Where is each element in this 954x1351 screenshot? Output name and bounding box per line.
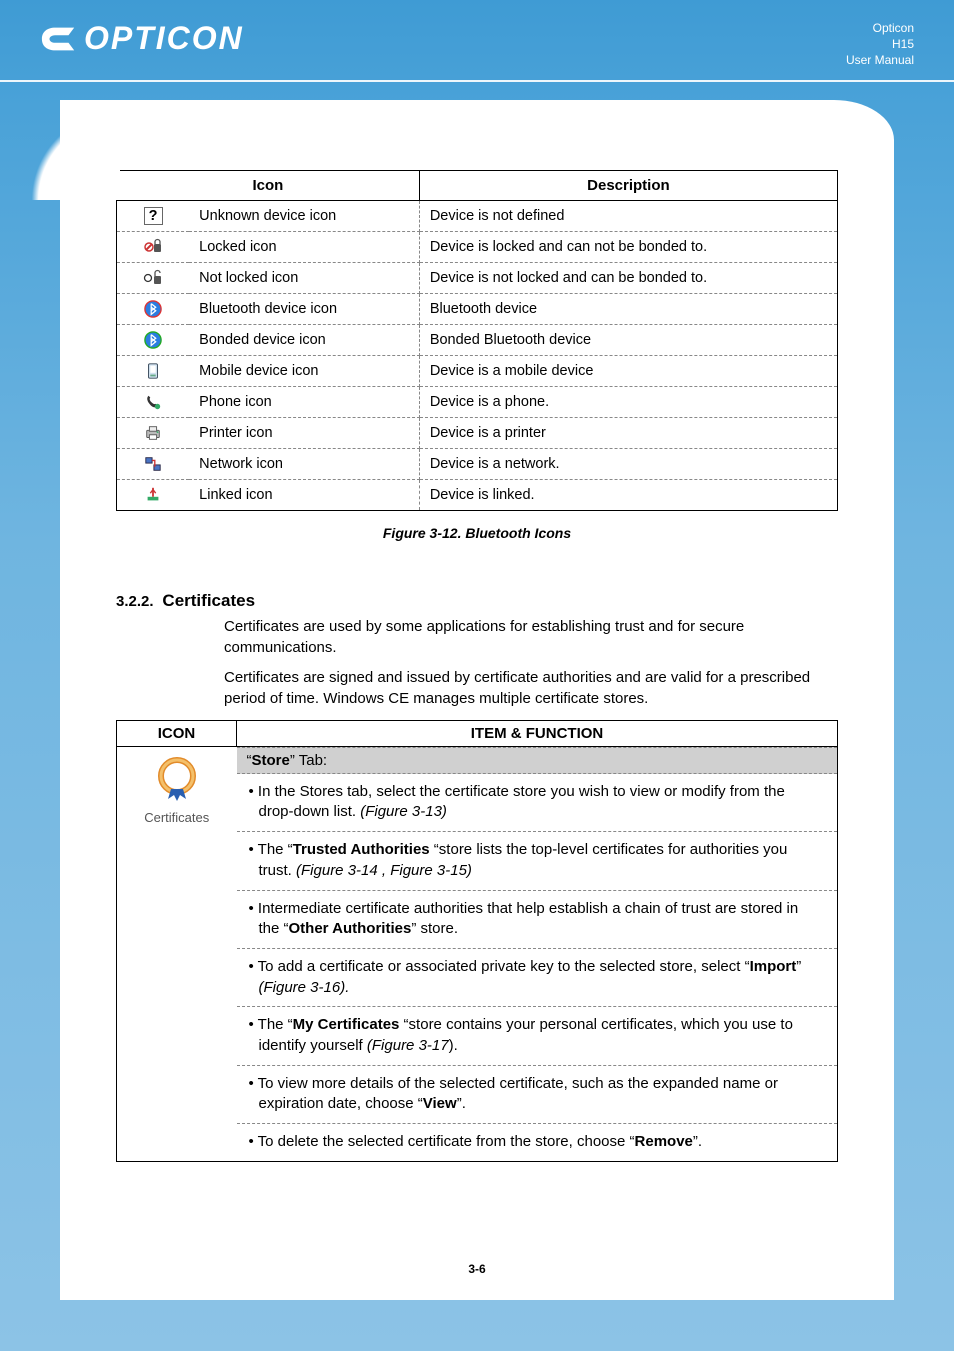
- table-row: Linked iconDevice is linked.: [117, 480, 838, 511]
- logo: OPTICON: [40, 20, 244, 57]
- row-name: Network icon: [189, 449, 419, 480]
- header-separator: [0, 80, 954, 82]
- logo-icon: [40, 25, 78, 53]
- list-item: Intermediate certificate authorities tha…: [237, 891, 838, 949]
- brand-text: OPTICON: [84, 20, 244, 57]
- row-icon: [117, 356, 190, 387]
- header: OPTICON Opticon H15 User Manual: [0, 0, 954, 80]
- th-cert-func: ITEM & FUNCTION: [237, 720, 838, 746]
- table-row: Bluetooth device iconBluetooth device: [117, 294, 838, 325]
- list-item: To delete the selected certificate from …: [237, 1124, 838, 1161]
- row-icon: [117, 387, 190, 418]
- row-icon: [117, 480, 190, 511]
- th-icon: Icon: [117, 171, 420, 201]
- row-desc: Bluetooth device: [419, 294, 837, 325]
- list-item: The “My Certificates “store contains you…: [237, 1007, 838, 1065]
- figure-caption: Figure 3-12. Bluetooth Icons: [116, 525, 838, 541]
- cert-func-cell: “Store” Tab: In the Stores tab, select t…: [237, 746, 838, 1161]
- row-desc: Device is locked and can not be bonded t…: [419, 232, 837, 263]
- hdr-line1: Opticon: [846, 20, 914, 36]
- row-desc: Device is not locked and can be bonded t…: [419, 263, 837, 294]
- row-desc: Device is a printer: [419, 418, 837, 449]
- row-icon: ?: [117, 201, 190, 232]
- list-item: The “Trusted Authorities “store lists th…: [237, 832, 838, 890]
- hdr-line3: User Manual: [846, 52, 914, 68]
- row-desc: Bonded Bluetooth device: [419, 325, 837, 356]
- row-desc: Device is a phone.: [419, 387, 837, 418]
- table-row: Bonded device iconBonded Bluetooth devic…: [117, 325, 838, 356]
- store-tab-label: “Store” Tab:: [237, 747, 838, 774]
- row-name: Unknown device icon: [189, 201, 419, 232]
- row-icon: [117, 449, 190, 480]
- list-item: In the Stores tab, select the certificat…: [237, 774, 838, 832]
- row-name: Phone icon: [189, 387, 419, 418]
- section-number: 3.2.2.: [116, 593, 154, 610]
- tab-post: ” Tab:: [290, 752, 327, 769]
- row-name: Linked icon: [189, 480, 419, 511]
- section-para-2: Certificates are signed and issued by ce…: [224, 668, 838, 709]
- th-cert-icon: ICON: [117, 720, 237, 746]
- table-row: Not locked iconDevice is not locked and …: [117, 263, 838, 294]
- section-title: Certificates: [162, 591, 255, 610]
- list-item: To add a certificate or associated priva…: [237, 949, 838, 1007]
- row-icon: [117, 263, 190, 294]
- row-icon: [117, 232, 190, 263]
- table-row: Locked iconDevice is locked and can not …: [117, 232, 838, 263]
- row-icon: [117, 294, 190, 325]
- header-right: Opticon H15 User Manual: [846, 20, 914, 69]
- row-name: Bluetooth device icon: [189, 294, 419, 325]
- row-desc: Device is not defined: [419, 201, 837, 232]
- row-desc: Device is linked.: [419, 480, 837, 511]
- content-sheet: Icon Description ?Unknown device iconDev…: [60, 100, 894, 1300]
- table-row: Printer iconDevice is a printer: [117, 418, 838, 449]
- row-name: Mobile device icon: [189, 356, 419, 387]
- row-name: Printer icon: [189, 418, 419, 449]
- table-row: Network iconDevice is a network.: [117, 449, 838, 480]
- row-name: Not locked icon: [189, 263, 419, 294]
- list-item: To view more details of the selected cer…: [237, 1066, 838, 1124]
- row-desc: Device is a network.: [419, 449, 837, 480]
- row-name: Bonded device icon: [189, 325, 419, 356]
- row-icon: [117, 325, 190, 356]
- hdr-line2: H15: [846, 36, 914, 52]
- cert-icon-cell: Certificates: [117, 746, 237, 1161]
- th-desc: Description: [419, 171, 837, 201]
- table-row: Mobile device iconDevice is a mobile dev…: [117, 356, 838, 387]
- certificates-icon: [154, 755, 200, 801]
- table-row: Phone iconDevice is a phone.: [117, 387, 838, 418]
- certificates-table: ICON ITEM & FUNCTION Certificates “Store…: [116, 720, 838, 1162]
- row-icon: [117, 418, 190, 449]
- section-heading: 3.2.2. Certificates: [116, 591, 838, 611]
- row-name: Locked icon: [189, 232, 419, 263]
- section-para-1: Certificates are used by some applicatio…: [224, 617, 838, 658]
- page-number: 3-6: [60, 1262, 894, 1276]
- bluetooth-icons-table: Icon Description ?Unknown device iconDev…: [116, 170, 838, 511]
- cert-icon-label: Certificates: [123, 810, 231, 825]
- table-row: ?Unknown device iconDevice is not define…: [117, 201, 838, 232]
- row-desc: Device is a mobile device: [419, 356, 837, 387]
- tab-bold: Store: [252, 752, 290, 769]
